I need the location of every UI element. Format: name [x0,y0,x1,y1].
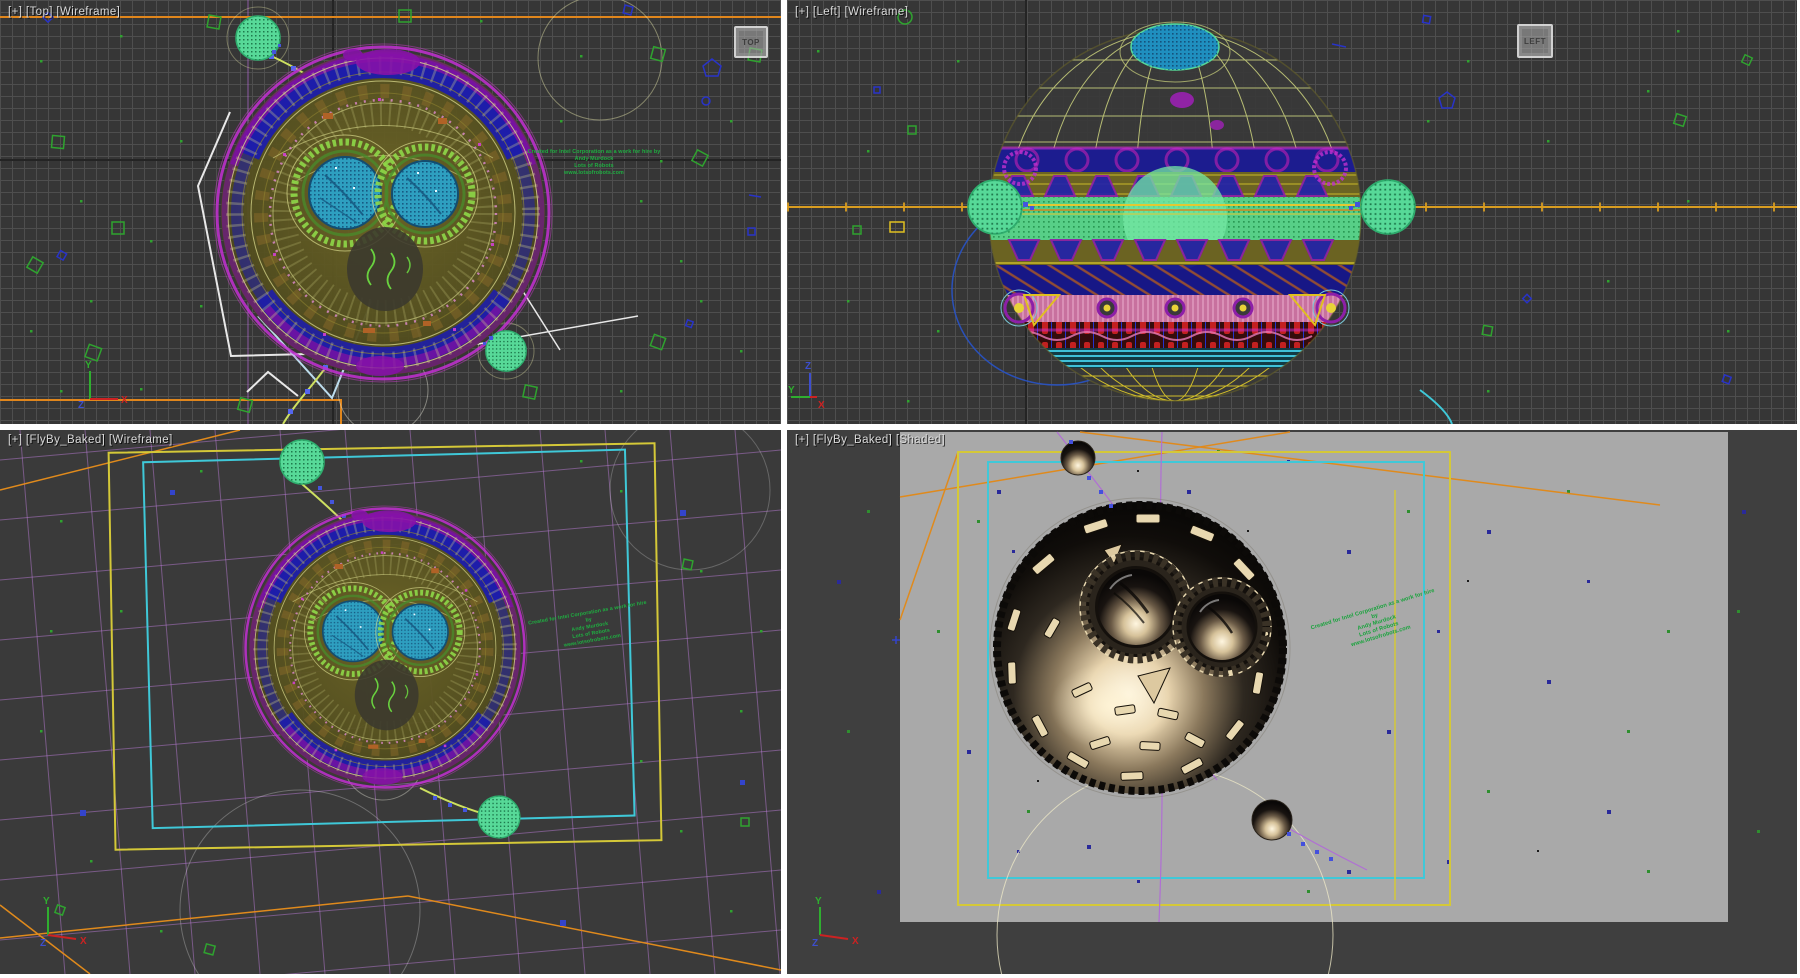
viewport-label-flyby-shaded[interactable]: [+] [FlyBy_Baked] [Shaded] [795,434,945,446]
watermark-line: www.lotsofrobots.com [524,170,664,177]
cyan-curve [1420,390,1452,424]
axis-y-label: Y [85,360,92,371]
viewport-label-left[interactable]: [+] [Left] [Wireframe] [795,6,908,18]
axis-x-label: X [121,395,128,406]
viewcube-icon[interactable]: LEFT [1517,24,1553,58]
owl-satellite-wireframe [243,506,527,790]
flyby-wireframe-scene [0,430,781,974]
axis-tripod-icon: Y X Z [792,892,882,962]
owl-right-eye [1173,578,1271,676]
viewport-flyby-wireframe[interactable]: [+] [FlyBy_Baked] [Wireframe] Created fo… [0,430,781,974]
viewport-label-flyby-wireframe[interactable]: [+] [FlyBy_Baked] [Wireframe] [8,434,173,446]
helper-sphere-bottom [483,331,526,371]
axis-tripod-icon: Z Y X [787,356,857,416]
owl-left-eye [1080,551,1192,663]
viewport-top-wireframe[interactable]: [+] [Top] [Wireframe] TOP Created for In… [0,0,781,424]
helper-sphere-top [236,16,281,60]
axis-z-label: Z [812,938,818,949]
axis-y-label: Y [815,896,822,907]
axis-tripod-icon: Y X Z [18,892,108,962]
watermark-line: Created for Intel Corporation as a work … [524,149,664,156]
helper-sphere-top [280,440,324,484]
axis-z-label: Z [78,400,84,411]
axis-y-label: Y [43,896,50,907]
viewport-canvas: [+] [Top] [Wireframe] TOP Created for In… [0,0,1800,978]
viewcube-face-label: LEFT [1524,37,1546,46]
viewport-flyby-shaded[interactable]: [+] [FlyBy_Baked] [Shaded] Created for I… [787,430,1797,974]
watermark-line: Andy Murdock [524,156,664,163]
watermark-line: Lots of Robots [524,163,664,170]
axis-tripod-icon: Y X Z [60,356,140,416]
axis-x-label: X [852,936,859,947]
axis-y-label: Y [788,385,795,396]
left-view-scene [787,0,1797,424]
viewcube-face-label: TOP [742,38,760,47]
axis-x-label: X [818,400,825,411]
axis-z-label: Z [40,938,46,949]
axis-x-label: X [80,936,87,947]
axis-z-label: Z [805,361,811,372]
helper-sphere-bottom [478,796,520,838]
viewport-left-wireframe[interactable]: [+] [Left] [Wireframe] LEFT Z Y X [787,0,1797,424]
viewport-label-top[interactable]: [+] [Top] [Wireframe] [8,6,120,18]
flyby-shaded-scene [787,430,1797,974]
watermark-text: Created for Intel Corporation as a work … [524,149,664,177]
sphere-station-wireframe [987,22,1363,405]
viewcube-icon[interactable]: TOP [734,26,768,58]
